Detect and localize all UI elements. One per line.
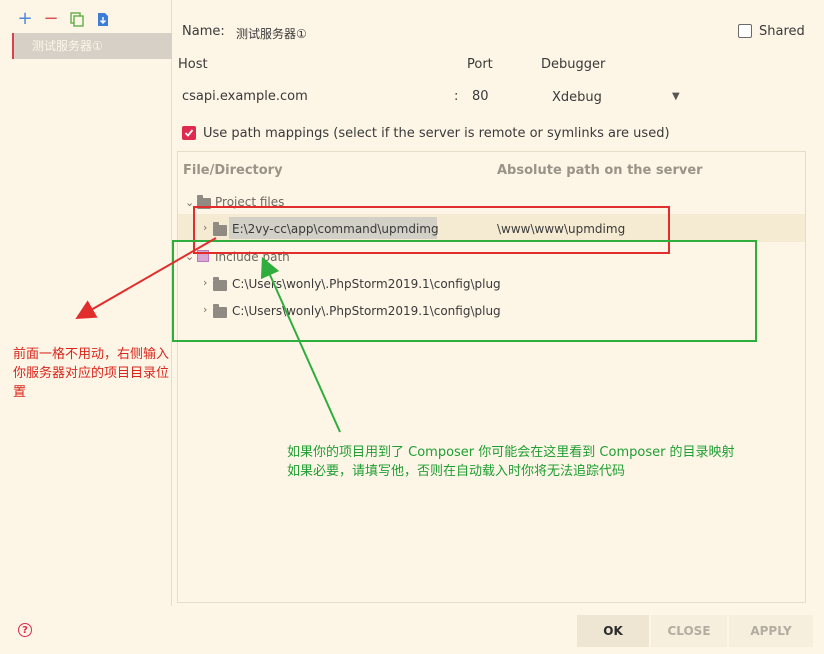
ok-button[interactable]: OK: [577, 615, 649, 647]
annotation-green-note: 如果你的项目用到了 Composer 你可能会在这里看到 Composer 的目…: [287, 443, 807, 481]
annotation-red-note: 前面一格不用动，右侧输入你服务器对应的项目目录位置: [13, 347, 170, 400]
annotation-green-line: 如果必要，请填写他，否则在自动载入时你将无法追踪代码: [287, 464, 626, 479]
annotation-arrow-green: [260, 256, 341, 433]
annotation-green-line: 如果你的项目用到了 Composer 你可能会在这里看到 Composer 的目…: [287, 445, 735, 460]
apply-button[interactable]: APPLY: [729, 615, 813, 647]
annotation-arrow-red: [75, 237, 217, 319]
help-icon[interactable]: ?: [18, 623, 32, 637]
close-button[interactable]: CLOSE: [651, 615, 727, 647]
annotation-arrows: [75, 237, 341, 433]
